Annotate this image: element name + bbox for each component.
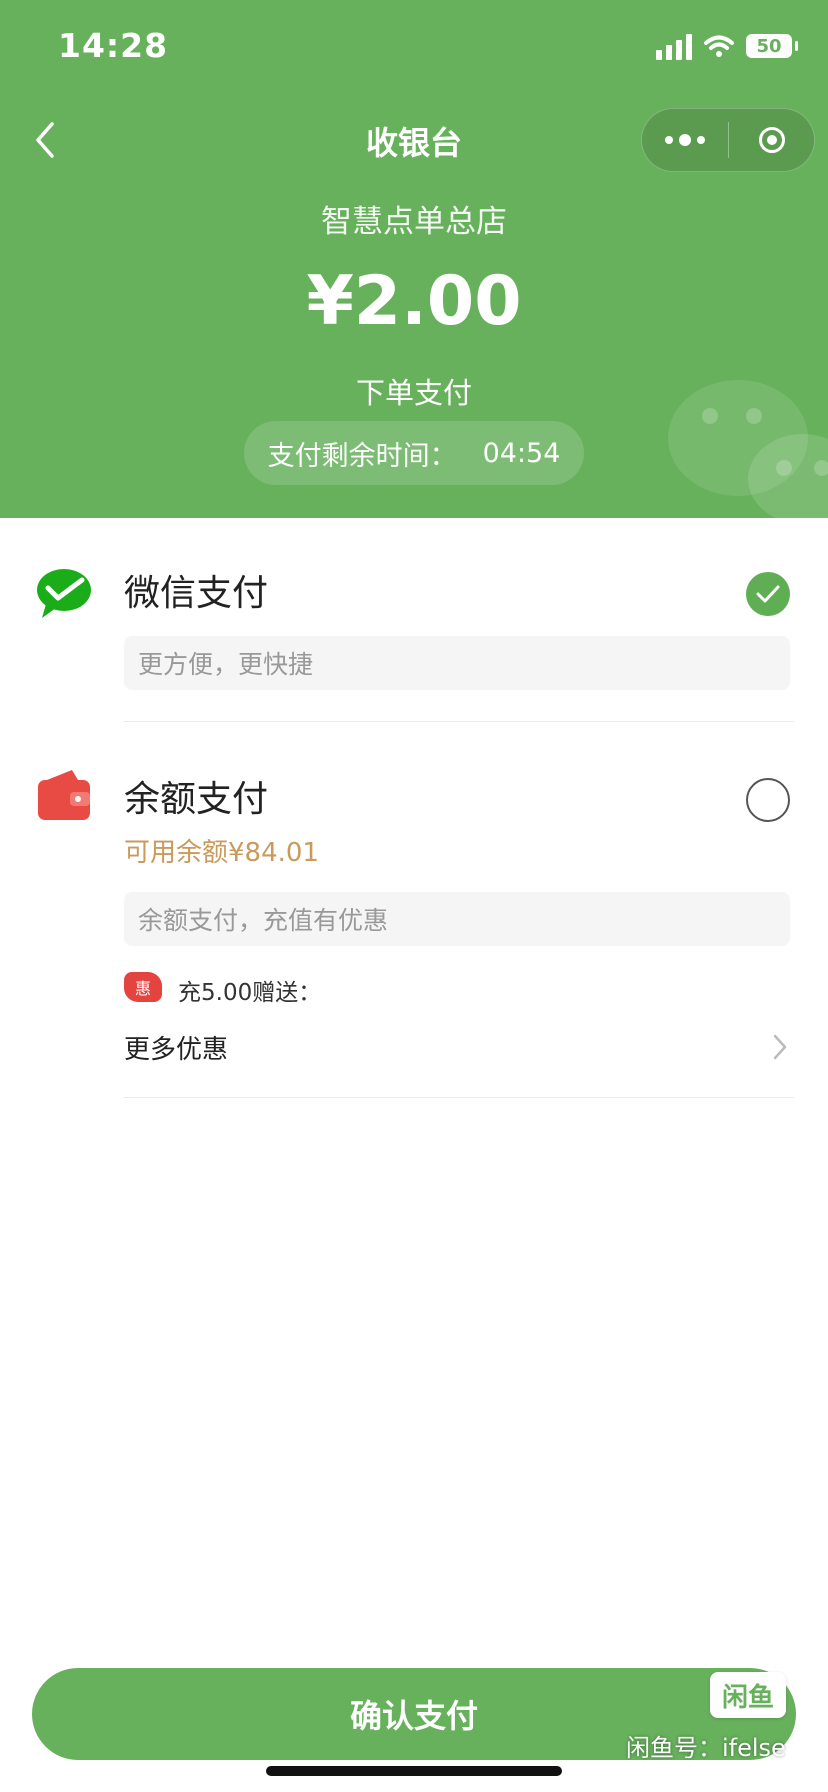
- dot-icon: [665, 136, 673, 144]
- chevron-right-icon: [773, 1034, 787, 1060]
- status-icons: 50: [656, 32, 798, 60]
- dot-icon: [679, 134, 691, 146]
- divider: [124, 1097, 794, 1098]
- battery-icon: 50: [746, 34, 798, 58]
- wechat-pay-icon: [37, 569, 91, 618]
- balance-pay-radio-unchecked[interactable]: [746, 778, 790, 822]
- promo-text: 充5.00赠送：: [178, 980, 322, 1006]
- more-offers-label: 更多优惠: [124, 1034, 229, 1065]
- payment-option-title: 微信支付: [124, 573, 269, 614]
- target-icon: [758, 127, 785, 153]
- home-indicator: [266, 1766, 562, 1776]
- cellular-signal-icon: [656, 32, 692, 60]
- status-time: 14:28: [58, 26, 169, 65]
- wallet-icon: [38, 770, 90, 820]
- timer-label: 支付剩余时间：: [267, 440, 457, 472]
- payment-option-description: 更方便，更快捷: [124, 636, 790, 690]
- payment-type-label: 下单支付: [355, 376, 472, 410]
- wifi-icon: [704, 35, 734, 57]
- close-mini-program-button[interactable]: [729, 109, 814, 171]
- xianyu-watermark-text: 闲鱼号：ifelse: [626, 1734, 786, 1762]
- payment-option-title: 余额支付: [124, 779, 269, 820]
- promo-badge: 惠: [124, 972, 162, 1002]
- more-offers-row[interactable]: 更多优惠: [124, 1022, 790, 1072]
- mini-program-capsule: [641, 108, 815, 172]
- wechat-pay-radio-checked[interactable]: [746, 572, 790, 616]
- xianyu-watermark-logo: 闲鱼: [710, 1672, 786, 1718]
- payment-option-balance[interactable]: 余额支付 可用余额¥84.01 余额支付，充值有优惠 惠 充5.00赠送： 更多…: [0, 722, 828, 1098]
- header-banner: 14:28 50 收银台 智慧点单总店 ¥2.00 下单支付 支付剩余时间： 0…: [0, 0, 828, 518]
- more-menu-button[interactable]: [642, 109, 728, 171]
- available-balance: 可用余额¥84.01: [124, 838, 319, 868]
- payment-option-wechat[interactable]: 微信支付 更方便，更快捷: [0, 518, 828, 722]
- payment-option-description: 余额支付，充值有优惠: [124, 892, 790, 946]
- dot-icon: [697, 136, 705, 144]
- check-icon: [756, 585, 780, 603]
- payment-amount: ¥2.00: [306, 262, 522, 341]
- countdown-timer: 支付剩余时间： 04:54: [244, 421, 584, 485]
- store-name: 智慧点单总店: [321, 204, 507, 240]
- timer-value: 04:54: [482, 437, 561, 469]
